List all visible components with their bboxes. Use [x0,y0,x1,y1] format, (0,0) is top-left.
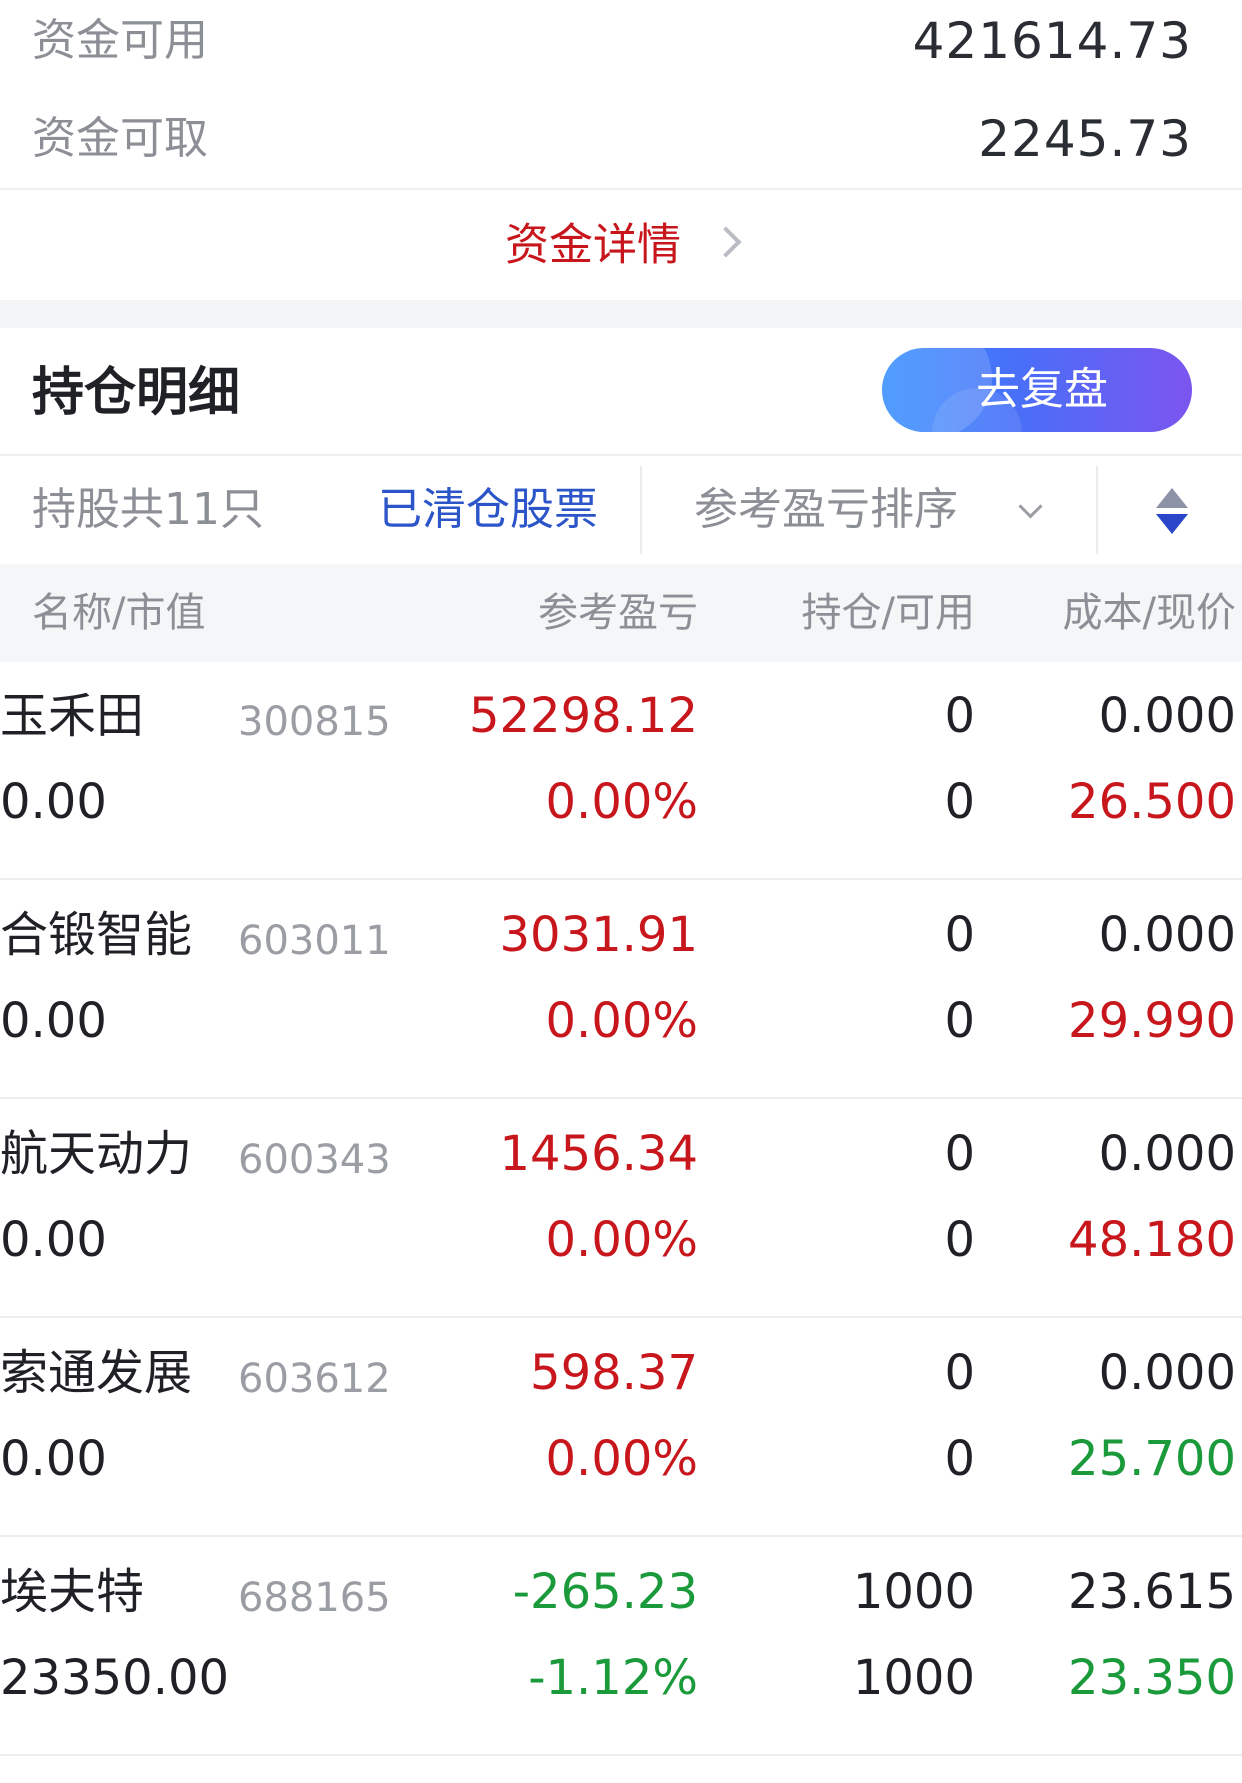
stock-name: 埃夫特 [0,1564,145,1620]
table-row[interactable]: 索通发展 603612 0.00 598.37 0.00% 0 0 0.000 … [0,1319,1242,1537]
pnl-value: -265.23 [512,1564,698,1620]
holding-qty: 1000 [852,1564,975,1620]
market-value: 23350.00 [0,1650,230,1706]
stock-name: 合锻智能 [0,907,193,963]
separator [1096,466,1098,554]
cost-price: 0.000 [1098,1345,1236,1401]
market-value: 0.00 [0,993,107,1049]
stock-code: 603011 [238,918,391,964]
fund-available-row: 资金可用 421614.73 [0,0,1242,92]
available-qty: 0 [944,774,975,830]
fund-withdrawable-label: 资金可取 [32,113,208,164]
column-header-holding: 持仓/可用 [801,590,975,636]
cost-price: 0.000 [1098,907,1236,963]
pnl-value: 3031.91 [499,907,699,963]
cost-price: 0.000 [1098,1126,1236,1182]
stock-code: 688165 [238,1575,391,1621]
stock-name: 航天动力 [0,1126,193,1182]
column-header-pnl: 参考盈亏 [538,590,698,636]
current-price: 26.500 [1068,774,1236,830]
divider [0,1535,1242,1537]
holding-qty: 0 [944,688,975,744]
fund-available-value: 421614.73 [912,12,1192,70]
table-row[interactable]: 合锻智能 603011 0.00 3031.91 0.00% 0 0 0.000… [0,881,1242,1099]
current-price: 48.180 [1068,1212,1236,1268]
available-qty: 0 [944,1212,975,1268]
divider [0,1097,1242,1099]
available-qty: 0 [944,1431,975,1487]
stock-code: 600343 [238,1137,391,1183]
chevron-right-icon [710,225,742,258]
current-price: 23.350 [1068,1650,1236,1706]
market-value: 0.00 [0,1212,107,1268]
table-row[interactable]: 航天动力 600343 0.00 1456.34 0.00% 0 0 0.000… [0,1100,1242,1318]
divider [0,878,1242,880]
holdings-title: 持仓明细 [32,363,241,423]
column-header-name: 名称/市值 [32,590,206,636]
stock-code: 603612 [238,1356,391,1402]
fund-withdrawable-row: 资金可取 2245.73 [0,88,1242,190]
divider [0,1754,1242,1756]
chevron-down-icon [1018,494,1043,519]
sort-select[interactable]: 参考盈亏排序 [694,456,958,564]
cost-price: 23.615 [1068,1564,1236,1620]
pnl-value: 598.37 [530,1345,698,1401]
fund-available-label: 资金可用 [32,15,208,66]
holding-qty: 0 [944,1126,975,1182]
stock-name: 玉禾田 [0,688,145,744]
separator [640,466,642,554]
pnl-percent: 0.00% [545,1212,698,1268]
filter-bar: 持股共11只 已清仓股票 参考盈亏排序 [0,456,1242,564]
pnl-percent: 0.00% [545,774,698,830]
table-row[interactable]: 玉禾田 300815 0.00 52298.12 0.00% 0 0 0.000… [0,662,1242,880]
pnl-percent: -1.12% [528,1650,698,1706]
stock-code: 300815 [238,699,391,745]
replay-button[interactable]: 去复盘 [882,348,1192,432]
holding-qty: 0 [944,907,975,963]
holding-count: 持股共11只 [32,484,264,535]
sort-toggle-icon[interactable] [1154,486,1190,536]
current-price: 29.990 [1068,993,1236,1049]
section-gap [0,300,1242,328]
cleared-stocks-link[interactable]: 已清仓股票 [378,456,598,564]
pnl-value: 1456.34 [499,1126,699,1182]
holding-qty: 0 [944,1345,975,1401]
table-header: 名称/市值 参考盈亏 持仓/可用 成本/现价 [0,564,1242,662]
available-qty: 0 [944,993,975,1049]
pnl-percent: 0.00% [545,1431,698,1487]
market-value: 0.00 [0,774,107,830]
stock-name: 索通发展 [0,1345,193,1401]
replay-button-label: 去复盘 [976,364,1108,415]
available-qty: 1000 [852,1650,975,1706]
pnl-value: 52298.12 [468,688,698,744]
market-value: 0.00 [0,1431,107,1487]
divider [0,1316,1242,1318]
cost-price: 0.000 [1098,688,1236,744]
fund-withdrawable-value: 2245.73 [978,110,1192,168]
table-row[interactable]: 埃夫特 688165 23350.00 -265.23 -1.12% 1000 … [0,1538,1242,1756]
fund-detail-label: 资金详情 [505,219,681,271]
column-header-price: 成本/现价 [1062,590,1236,636]
current-price: 25.700 [1068,1431,1236,1487]
pnl-percent: 0.00% [545,993,698,1049]
fund-detail-link[interactable]: 资金详情 [0,190,1242,300]
